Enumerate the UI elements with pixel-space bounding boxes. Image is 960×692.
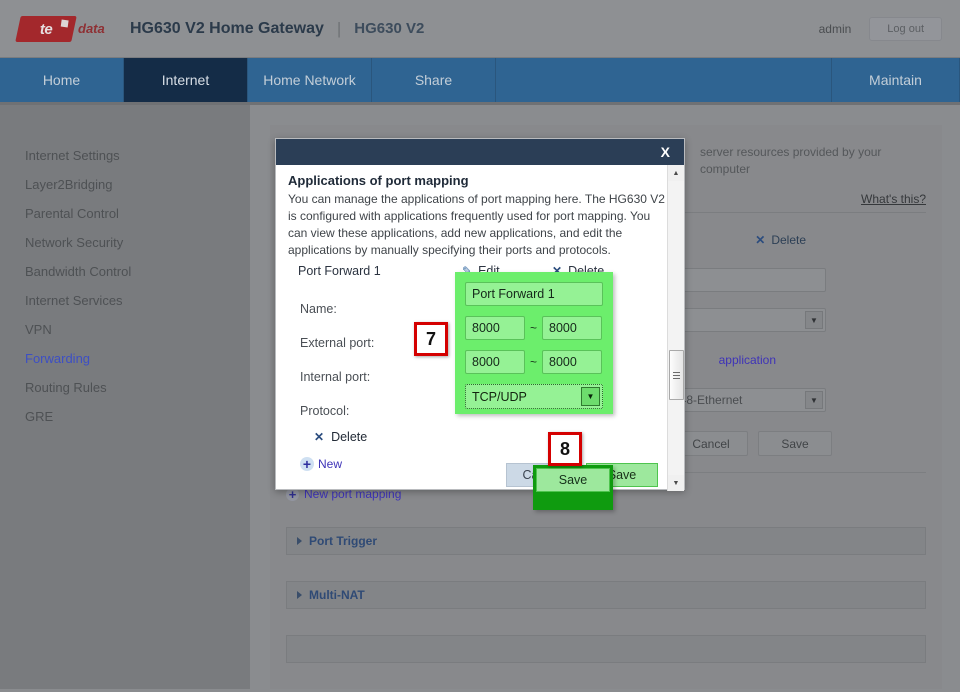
sidebar-item-parental-control[interactable]: Parental Control xyxy=(0,199,250,228)
page-title: HG630 V2 Home Gateway xyxy=(130,20,324,38)
tab-internet[interactable]: Internet xyxy=(124,58,248,102)
background-description-tail: server resources provided by your comput… xyxy=(700,144,926,178)
annotation-badge-7: 7 xyxy=(414,322,448,356)
device-model: HG630 V2 xyxy=(354,20,424,37)
sidebar-item-internet-settings[interactable]: Internet Settings xyxy=(0,141,250,170)
chevron-down-icon: ▼ xyxy=(581,387,600,406)
background-select-one[interactable]: ▼ xyxy=(666,308,826,332)
highlighted-save-button[interactable]: Save xyxy=(536,468,610,492)
protocol-select[interactable]: TCP/UDP ▼ xyxy=(465,384,603,409)
tab-maintain[interactable]: Maintain xyxy=(832,58,960,102)
port-forward-entry-name: Port Forward 1 xyxy=(298,264,462,278)
internal-port-label: Internal port: xyxy=(300,370,470,384)
modal-description: You can manage the applications of port … xyxy=(288,191,666,259)
tab-home-network[interactable]: Home Network xyxy=(248,58,372,102)
sidebar-item-internet-services[interactable]: Internet Services xyxy=(0,286,250,315)
header-right: admin Log out xyxy=(819,17,942,41)
background-delete-label: Delete xyxy=(771,233,806,247)
close-icon[interactable]: X xyxy=(661,145,670,159)
highlight-save-button: Save xyxy=(533,465,613,510)
highlight-form-fields: Port Forward 1 8000 ~ 8000 8000 ~ 8000 T… xyxy=(455,272,613,414)
scroll-down-icon[interactable]: ▼ xyxy=(668,475,684,491)
modal-titlebar: X xyxy=(276,139,684,165)
section-partial[interactable] xyxy=(286,635,926,663)
close-icon: ✕ xyxy=(314,430,324,444)
sidebar-item-vpn[interactable]: VPN xyxy=(0,315,250,344)
internal-port-to-input[interactable]: 8000 xyxy=(542,350,602,374)
name-input[interactable]: Port Forward 1 xyxy=(465,282,603,306)
tab-home[interactable]: Home xyxy=(0,58,124,102)
internal-port-from-input[interactable]: 8000 xyxy=(465,350,525,374)
modal-delete-label: Delete xyxy=(331,430,367,444)
section-port-trigger-label: Port Trigger xyxy=(309,534,377,548)
logo-text: te xyxy=(40,20,52,37)
plus-icon: + xyxy=(300,457,314,471)
background-cancel-button[interactable]: Cancel xyxy=(674,431,748,456)
modal-delete-button[interactable]: ✕ Delete xyxy=(288,430,672,444)
modal-heading: Applications of port mapping xyxy=(288,173,672,188)
sidebar-item-network-security[interactable]: Network Security xyxy=(0,228,250,257)
modal-new-label: New xyxy=(318,457,342,471)
background-save-button[interactable]: Save xyxy=(758,431,832,456)
range-separator: ~ xyxy=(530,355,537,369)
protocol-select-value: TCP/UDP xyxy=(472,390,527,404)
tedata-logo: te data xyxy=(18,14,106,44)
close-icon: ✕ xyxy=(755,233,765,247)
external-port-from-input[interactable]: 8000 xyxy=(465,316,525,340)
internal-port-pair: 8000 ~ 8000 xyxy=(465,350,603,374)
section-multi-nat-label: Multi-NAT xyxy=(309,588,365,602)
chevron-right-icon xyxy=(297,591,302,599)
logo-mark-icon: te xyxy=(15,16,77,42)
chevron-down-icon: ▼ xyxy=(805,391,823,409)
chevron-down-icon: ▼ xyxy=(805,311,823,329)
scrollbar-thumb[interactable] xyxy=(669,350,684,400)
chevron-right-icon xyxy=(297,537,302,545)
scroll-up-icon[interactable]: ▲ xyxy=(668,165,684,181)
sidebar-item-gre[interactable]: GRE xyxy=(0,402,250,431)
range-separator: ~ xyxy=(530,321,537,335)
protocol-label: Protocol: xyxy=(300,404,470,418)
section-multi-nat[interactable]: Multi-NAT xyxy=(286,581,926,609)
background-text-input[interactable] xyxy=(666,268,826,292)
interface-select[interactable]: 548-Ethernet ▼ xyxy=(666,388,826,412)
logout-button[interactable]: Log out xyxy=(869,17,942,41)
tab-share[interactable]: Share xyxy=(372,58,496,102)
modal-scrollbar[interactable]: ▲ ▼ xyxy=(667,165,684,491)
sidebar-item-bandwidth-control[interactable]: Bandwidth Control xyxy=(0,257,250,286)
name-label: Name: xyxy=(300,302,470,316)
external-port-to-input[interactable]: 8000 xyxy=(542,316,602,340)
application-link[interactable]: application xyxy=(719,353,776,367)
app-root: te data HG630 V2 Home Gateway | HG630 V2… xyxy=(0,0,960,692)
annotation-badge-8: 8 xyxy=(548,432,582,466)
background-delete-button[interactable]: ✕ Delete xyxy=(755,233,806,247)
sidebar-item-routing-rules[interactable]: Routing Rules xyxy=(0,373,250,402)
main-nav: Home Internet Home Network Share Maintai… xyxy=(0,58,960,105)
grip-icon xyxy=(673,370,680,381)
sidebar-item-layer2bridging[interactable]: Layer2Bridging xyxy=(0,170,250,199)
app-header: te data HG630 V2 Home Gateway | HG630 V2… xyxy=(0,0,960,58)
current-user: admin xyxy=(819,22,852,36)
nav-spacer xyxy=(496,58,832,102)
sidebar-item-forwarding[interactable]: Forwarding xyxy=(0,344,250,373)
section-port-trigger[interactable]: Port Trigger xyxy=(286,527,926,555)
external-port-pair: 8000 ~ 8000 xyxy=(465,316,603,340)
logo-suffix: data xyxy=(78,21,105,36)
sidebar: Internet Settings Layer2Bridging Parenta… xyxy=(0,105,250,689)
logo-dot-icon xyxy=(61,19,69,27)
header-separator: | xyxy=(337,19,341,39)
